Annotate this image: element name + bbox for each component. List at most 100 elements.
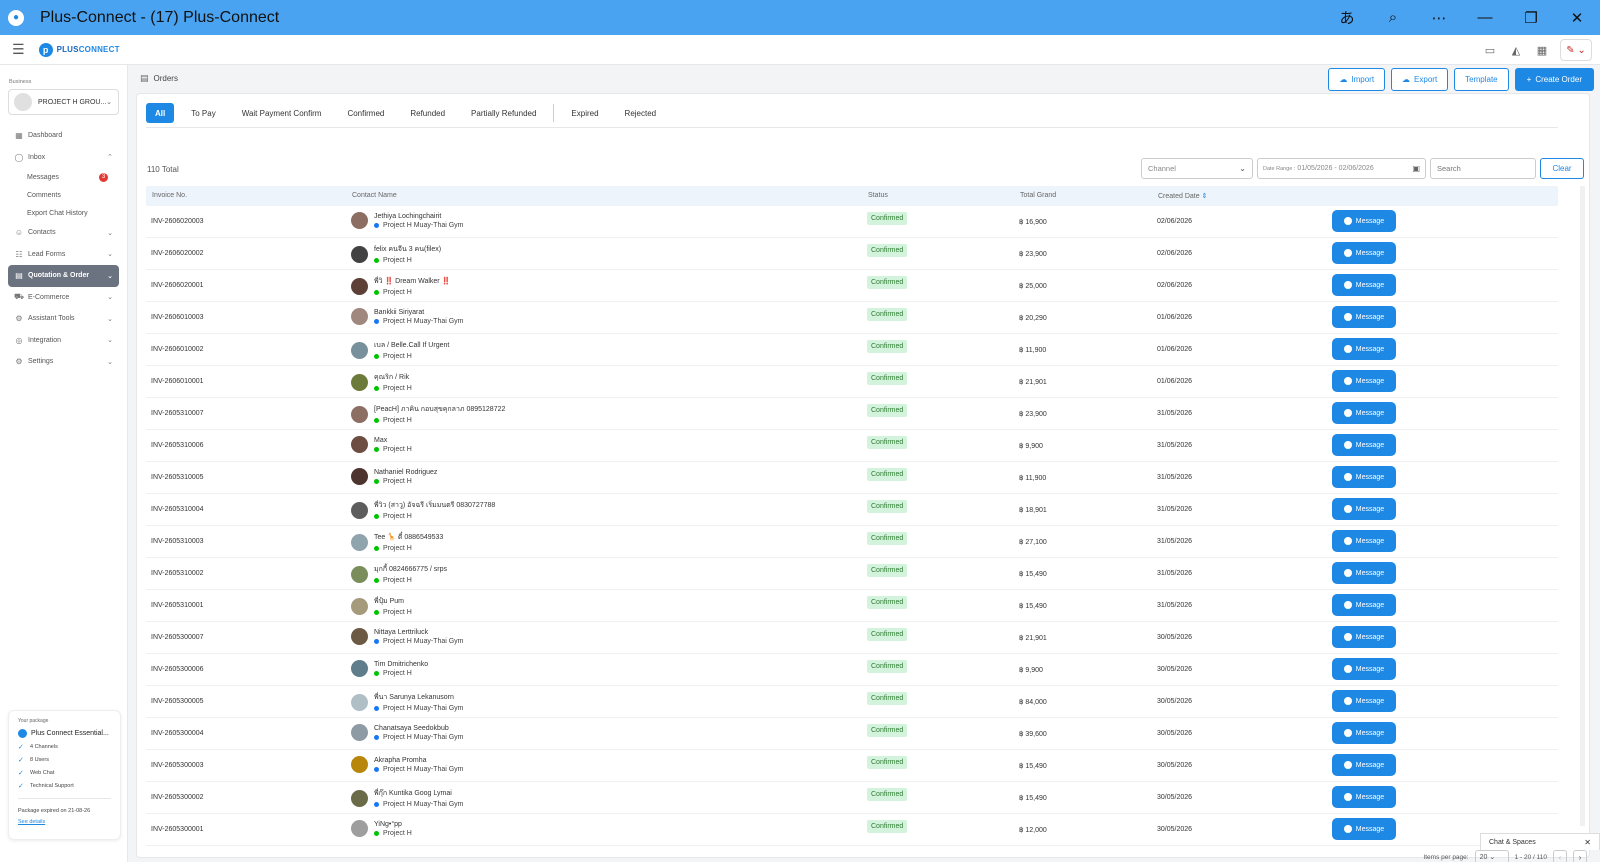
export-button[interactable]: ☁ Export	[1391, 68, 1449, 91]
tab-refunded[interactable]: Refunded	[401, 103, 454, 123]
business-select[interactable]: PROJECT H GROU... ⌄	[8, 89, 119, 115]
total-grand: ฿ 84,000	[1019, 699, 1047, 706]
table-row[interactable]: INV-2605310002 มุกกี้ 0824666775 / srps Pr…	[146, 558, 1558, 590]
table-row[interactable]: INV-2605300007 Nittaya Lerttriluck Project…	[146, 622, 1558, 654]
restore-button[interactable]: ❐	[1508, 0, 1554, 35]
tab-wait-payment-confirm[interactable]: Wait Payment Confirm	[233, 103, 331, 123]
scrollbar[interactable]	[1580, 186, 1585, 826]
created-date: 31/05/2026	[1157, 538, 1193, 545]
page-size-select[interactable]: 20 ⌄	[1474, 850, 1509, 862]
message-button[interactable]: Message	[1332, 434, 1396, 456]
table-row[interactable]: INV-2605300003 Akrapha Promha Project H Mu…	[146, 750, 1558, 782]
chat-spaces-tab[interactable]: Chat & Spaces ✕	[1480, 833, 1600, 850]
sidebar-subitem-messages[interactable]: Messages 3	[8, 168, 119, 186]
divider	[18, 798, 111, 799]
sidebar-item-quotation-order[interactable]: ▤ Quotation & Order ⌄	[8, 265, 119, 287]
sidebar-item-settings[interactable]: ⚙ Settings ⌄	[8, 351, 119, 373]
more-icon[interactable]: ⋯	[1416, 0, 1462, 35]
table-row[interactable]: INV-2606020002 felix คนจีน 3 คน(filex) Pro…	[146, 238, 1558, 270]
clear-button[interactable]: Clear	[1540, 158, 1584, 179]
table-row[interactable]: INV-2605310001 พี่ปุ้ม Pum Project H Confir…	[146, 590, 1558, 622]
column-created-date[interactable]: Created Date ⇕	[1158, 192, 1207, 200]
message-button[interactable]: Message	[1332, 242, 1396, 264]
table-row[interactable]: INV-2605300005 พี่นา Sarunya Lekanusorn Pr…	[146, 686, 1558, 718]
table-row[interactable]: INV-2605310003 Tee 🦒 ตี๋ 0886549533 Projec…	[146, 526, 1558, 558]
sidebar-item-label: Export Chat History	[27, 209, 88, 217]
table-row[interactable]: INV-2605300006 Tim Dmitrichenko Project H C…	[146, 654, 1558, 686]
logo[interactable]: p PLUSCONNECT	[38, 42, 120, 57]
channel-select[interactable]: Channel ⌄	[1141, 158, 1253, 179]
tab-confirmed[interactable]: Confirmed	[338, 103, 393, 123]
menu-icon[interactable]: ☰	[12, 41, 25, 58]
create-order-button[interactable]: + Create Order	[1514, 68, 1594, 91]
sidebar-item-label: Assistant Tools	[28, 315, 75, 323]
sidebar-item-inbox[interactable]: ◯ Inbox ⌃	[8, 147, 119, 169]
message-button[interactable]: Message	[1332, 498, 1396, 520]
sidebar-item-ecommerce[interactable]: ⛟ E-Commerce ⌄	[8, 287, 119, 309]
message-button[interactable]: Message	[1332, 754, 1396, 776]
contact-name: felix คนจีน 3 คน(filex)	[374, 246, 442, 253]
message-button[interactable]: Message	[1332, 786, 1396, 808]
sidebar-item-dashboard[interactable]: ▦ Dashboard	[8, 125, 119, 147]
sidebar-item-assistant-tools[interactable]: ⚙ Assistant Tools ⌄	[8, 308, 119, 330]
tab-to-pay[interactable]: To Pay	[182, 103, 224, 123]
table-row[interactable]: INV-2605310007 [PeacH] ภาคิน กอบสุขคุกลาภ…	[146, 398, 1558, 430]
zoom-icon[interactable]: ⌕	[1370, 0, 1416, 35]
message-button[interactable]: Message	[1332, 466, 1396, 488]
close-button[interactable]: ✕	[1554, 0, 1600, 35]
message-button[interactable]: Message	[1332, 306, 1396, 328]
table-row[interactable]: INV-2605310004 พี่วิว (สาวู) อัจฉรี เริ่ม…	[146, 494, 1558, 526]
table-row[interactable]: INV-2605300001 YiNg•°pp Project H Confirmed…	[146, 814, 1558, 846]
translate-icon[interactable]: あ	[1324, 0, 1370, 35]
message-button[interactable]: Message	[1332, 626, 1396, 648]
sidebar-subitem-comments[interactable]: Comments	[8, 186, 119, 204]
apps-grid-icon[interactable]: ▦	[1534, 42, 1550, 58]
table-row[interactable]: INV-2605300002 พี่กุ๊ก Kuntika Goog Lymai…	[146, 782, 1558, 814]
see-details-link[interactable]: See details	[18, 819, 111, 825]
chat-icon[interactable]: ▭	[1482, 42, 1498, 58]
status-badge: Confirmed	[867, 692, 908, 705]
table-row[interactable]: INV-2606020001 พี่วิ ‼️ Dream Walker ‼️ Pr…	[146, 270, 1558, 302]
close-icon[interactable]: ✕	[1584, 838, 1591, 847]
facebook-icon	[374, 734, 379, 740]
sidebar-subitem-export-chat-history[interactable]: Export Chat History	[8, 204, 119, 222]
bell-icon[interactable]: ◭	[1508, 42, 1524, 58]
message-button[interactable]: Message	[1332, 530, 1396, 552]
message-button[interactable]: Message	[1332, 594, 1396, 616]
user-menu-button[interactable]: ✎ ⌄	[1560, 39, 1592, 61]
tab-rejected[interactable]: Rejected	[616, 103, 666, 123]
message-button[interactable]: Message	[1332, 274, 1396, 296]
message-button[interactable]: Message	[1332, 690, 1396, 712]
table-row[interactable]: INV-2605310006 Max Project H Confirmed ฿ 9,9…	[146, 430, 1558, 462]
message-button[interactable]: Message	[1332, 402, 1396, 424]
message-button[interactable]: Message	[1332, 658, 1396, 680]
template-button[interactable]: Template	[1454, 68, 1509, 91]
next-page-button[interactable]: ›	[1573, 850, 1587, 862]
message-button[interactable]: Message	[1332, 722, 1396, 744]
package-feature: ✓ Technical Support	[18, 783, 74, 790]
table-row[interactable]: INV-2606010003 Bankkii Siriyarat Project H…	[146, 302, 1558, 334]
date-range-input[interactable]: Date Range : 01/05/2026 - 02/06/2026 ▣	[1257, 158, 1426, 179]
message-button[interactable]: Message	[1332, 210, 1396, 232]
message-button[interactable]: Message	[1332, 370, 1396, 392]
message-button[interactable]: Message	[1332, 338, 1396, 360]
inbox-icon: ◯	[14, 152, 24, 162]
message-button[interactable]: Message	[1332, 562, 1396, 584]
minimize-button[interactable]: —	[1462, 0, 1508, 35]
sidebar-item-integration[interactable]: ◎ Integration ⌄	[8, 330, 119, 352]
sidebar-item-lead-forms[interactable]: ☷ Lead Forms ⌄	[8, 244, 119, 266]
search-input[interactable]	[1430, 158, 1536, 179]
table-row[interactable]: INV-2606010002 เบล / Belle.Call If Urgent…	[146, 334, 1558, 366]
prev-page-button[interactable]: ‹	[1553, 850, 1567, 862]
table-row[interactable]: INV-2606020003 Jethiya Lochingchairit Proj…	[146, 206, 1558, 238]
tab-expired[interactable]: Expired	[562, 103, 607, 123]
message-button[interactable]: Message	[1332, 818, 1396, 840]
tab-all[interactable]: All	[146, 103, 175, 123]
import-button[interactable]: ☁ Import	[1328, 68, 1386, 91]
table-row[interactable]: INV-2605310005 Nathaniel Rodriguez Project…	[146, 462, 1558, 494]
sidebar-item-contacts[interactable]: ☺ Contacts ⌄	[8, 222, 119, 244]
table-row[interactable]: INV-2605300004 Chanatsaya Seedokbub Projec…	[146, 718, 1558, 750]
status-badge: Confirmed	[867, 564, 908, 577]
tab-partially-refunded[interactable]: Partially Refunded	[462, 103, 545, 123]
table-row[interactable]: INV-2606010001 คุณริก / Rik Project H Confi…	[146, 366, 1558, 398]
